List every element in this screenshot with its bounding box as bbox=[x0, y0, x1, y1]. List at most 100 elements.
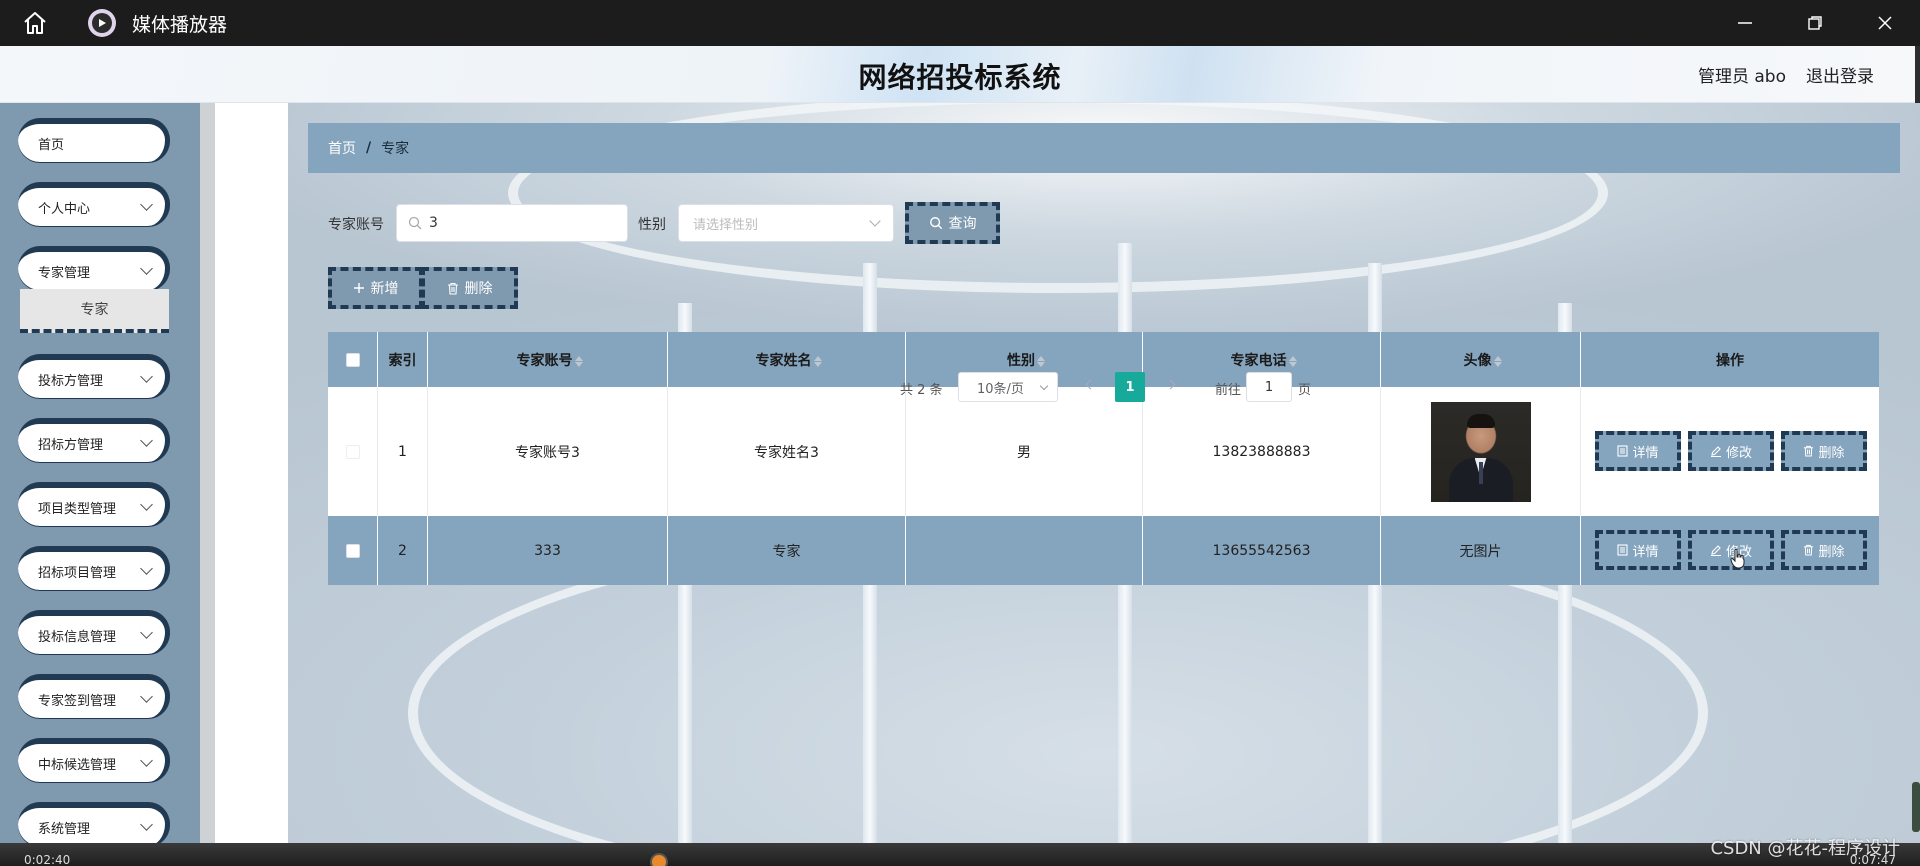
trash-icon bbox=[1804, 544, 1814, 556]
breadcrumb-current: 专家 bbox=[381, 141, 410, 157]
goto-label: 前往 bbox=[1215, 383, 1242, 398]
system-title: 网络招投标系统 bbox=[858, 61, 1062, 94]
sidebar-item-label: 招标方管理 bbox=[38, 437, 104, 453]
detail-button[interactable]: 详情 bbox=[1595, 431, 1681, 471]
delete-button[interactable]: 删除 bbox=[1781, 530, 1867, 570]
sidebar-item-label: 招标项目管理 bbox=[38, 565, 117, 581]
cell-avatar-empty: 无图片 bbox=[1381, 516, 1581, 585]
cell-index: 2 bbox=[378, 516, 428, 585]
app-header: 网络招投标系统 管理员 abo 退出登录 bbox=[0, 46, 1920, 103]
account-search-input[interactable]: 3 bbox=[396, 204, 628, 242]
cell-gender: 男 bbox=[906, 387, 1143, 516]
document-icon bbox=[1617, 445, 1629, 457]
sidebar-item-expert-management[interactable]: 专家管理 bbox=[18, 246, 170, 290]
table-row: 1 专家账号3 专家姓名3 男 13823888883 详情 修改 删除 bbox=[328, 387, 1879, 516]
cell-phone: 13655542563 bbox=[1143, 516, 1381, 585]
window-titlebar: 媒体播放器 bbox=[0, 0, 1920, 46]
watermark: CSDN @花花-程序设计 bbox=[1710, 838, 1900, 859]
sidebar-item-label: 中标候选管理 bbox=[38, 757, 117, 773]
breadcrumb-separator: / bbox=[366, 140, 372, 156]
cell-gender bbox=[906, 516, 1143, 585]
breadcrumb: 首页 / 专家 bbox=[308, 123, 1900, 173]
app-title: 媒体播放器 bbox=[132, 13, 228, 36]
header-edge bbox=[1915, 46, 1920, 103]
volume-indicator[interactable] bbox=[1912, 782, 1920, 832]
trash-icon bbox=[447, 282, 458, 295]
search-icon bbox=[408, 216, 422, 230]
sidebar-item-project-type-management[interactable]: 项目类型管理 bbox=[18, 482, 170, 526]
sidebar-item-label: 专家管理 bbox=[38, 265, 91, 281]
gender-select[interactable]: 请选择性别 bbox=[678, 204, 894, 242]
delete-button[interactable]: 删除 bbox=[1781, 431, 1867, 471]
player-bar: 0:02:40 0:07:47 bbox=[0, 843, 1920, 866]
chevron-down-icon bbox=[140, 562, 153, 575]
trash-icon bbox=[1804, 445, 1814, 457]
sidebar-item-expert-signin-management[interactable]: 专家签到管理 bbox=[18, 674, 170, 718]
chevron-down-icon bbox=[140, 498, 153, 511]
cell-actions: 详情 修改 删除 bbox=[1581, 387, 1879, 516]
cell-account: 专家账号3 bbox=[428, 387, 668, 516]
prev-page-button[interactable] bbox=[1085, 379, 1096, 390]
row-checkbox[interactable] bbox=[328, 387, 378, 516]
sidebar-item-label: 项目类型管理 bbox=[38, 501, 117, 517]
sidebar-item-winning-candidate-management[interactable]: 中标候选管理 bbox=[18, 738, 170, 782]
sidebar-item-personal-center[interactable]: 个人中心 bbox=[18, 182, 170, 226]
add-button[interactable]: 新增 bbox=[328, 267, 423, 309]
sidebar-item-bid-info-management[interactable]: 投标信息管理 bbox=[18, 610, 170, 654]
sidebar-scrollbar[interactable] bbox=[200, 103, 215, 843]
sidebar-item-label: 系统管理 bbox=[38, 821, 91, 837]
chevron-down-icon bbox=[140, 754, 153, 767]
sidebar-item-bidder-management[interactable]: 投标方管理 bbox=[18, 354, 170, 398]
cell-account: 333 bbox=[428, 516, 668, 585]
row-checkbox[interactable] bbox=[328, 516, 378, 585]
main-content: 首页 / 专家 专家账号 3 性别 请选择性别 查询 新增 删除 索引 专家账号… bbox=[288, 103, 1920, 843]
hand-cursor-icon bbox=[1730, 548, 1745, 569]
sidebar-item-tenderer-management[interactable]: 招标方管理 bbox=[18, 418, 170, 462]
content-gutter bbox=[215, 103, 288, 843]
next-page-button[interactable] bbox=[1165, 379, 1176, 390]
sidebar-item-home[interactable]: 首页 bbox=[18, 118, 170, 162]
sidebar-item-label: 个人中心 bbox=[38, 201, 91, 217]
chevron-down-icon bbox=[1039, 381, 1049, 391]
current-user: 管理员 abo bbox=[1697, 67, 1786, 87]
goto-page-input[interactable]: 1 bbox=[1246, 372, 1292, 402]
page-suffix: 页 bbox=[1298, 383, 1312, 398]
chevron-down-icon bbox=[140, 818, 153, 831]
home-icon[interactable] bbox=[0, 0, 70, 46]
sidebar-item-label: 投标信息管理 bbox=[38, 629, 117, 645]
elapsed-time: 0:02:40 bbox=[24, 853, 71, 866]
sidebar-item-label: 首页 bbox=[38, 137, 65, 153]
sidebar-item-tender-project-management[interactable]: 招标项目管理 bbox=[18, 546, 170, 590]
table-row: 2 333 专家 13655542563 无图片 详情 修改 删除 bbox=[328, 516, 1879, 585]
breadcrumb-home[interactable]: 首页 bbox=[328, 138, 356, 158]
batch-delete-button[interactable]: 删除 bbox=[421, 267, 518, 309]
page-size-select[interactable]: 10条/页 bbox=[958, 372, 1058, 402]
seek-handle[interactable] bbox=[650, 853, 668, 866]
cell-actions: 详情 修改 删除 bbox=[1581, 516, 1879, 585]
edit-button[interactable]: 修改 bbox=[1688, 431, 1774, 471]
sidebar-item-system-management[interactable]: 系统管理 bbox=[18, 802, 170, 846]
batch-delete-label: 删除 bbox=[464, 281, 493, 297]
chevron-down-icon bbox=[140, 626, 153, 639]
logout-link[interactable]: 退出登录 bbox=[1806, 62, 1874, 87]
edit-icon bbox=[1710, 446, 1721, 457]
avatar[interactable] bbox=[1430, 401, 1531, 502]
sidebar-subitem-expert[interactable]: 专家 bbox=[20, 289, 169, 333]
minimize-button[interactable] bbox=[1710, 0, 1780, 46]
cell-name: 专家 bbox=[668, 516, 906, 585]
close-button[interactable] bbox=[1850, 0, 1920, 46]
account-label: 专家账号 bbox=[328, 217, 384, 233]
page-number-current[interactable]: 1 bbox=[1115, 372, 1145, 402]
chevron-down-icon bbox=[140, 198, 153, 211]
pagination: 共 2 条 10条/页 1 前往 1 页 bbox=[288, 372, 1920, 402]
sidebar-item-label: 专家签到管理 bbox=[38, 693, 117, 709]
restore-button[interactable] bbox=[1780, 0, 1850, 46]
detail-button[interactable]: 详情 bbox=[1595, 530, 1681, 570]
cell-avatar bbox=[1381, 387, 1581, 516]
chevron-down-icon bbox=[140, 690, 153, 703]
sidebar: 首页 个人中心 专家管理 专家 投标方管理 招标方管理 项目类型管理 招标项目管… bbox=[0, 103, 200, 846]
query-button-label: 查询 bbox=[948, 216, 977, 232]
player-logo-icon bbox=[88, 9, 116, 37]
query-button[interactable]: 查询 bbox=[905, 202, 1000, 244]
chevron-down-icon bbox=[140, 262, 153, 275]
